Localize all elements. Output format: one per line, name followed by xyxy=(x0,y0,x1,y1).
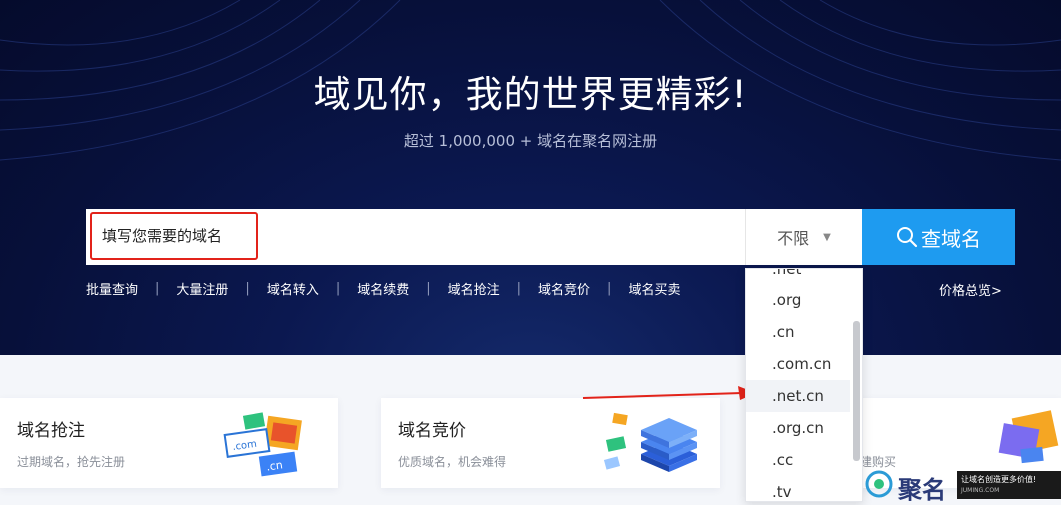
search-icon xyxy=(897,227,918,248)
card-auction[interactable]: 域名竞价 优质域名，机会难得 xyxy=(381,398,720,488)
quick-link-backorder[interactable]: 域名抢注 xyxy=(448,279,500,298)
hero-banner: 域见你，我的世界更精彩! 超过 1,000,000 + 域名在聚名网注册 不限 … xyxy=(0,0,1061,355)
search-button-label: 查域名 xyxy=(921,226,981,251)
quick-link-trade[interactable]: 域名买卖 xyxy=(628,279,680,298)
watermark-slogan: 让域名创造更多价值! JUMING.COM xyxy=(957,471,1061,499)
domain-search-input[interactable] xyxy=(90,212,258,260)
dropdown-option-org[interactable]: .org xyxy=(746,284,850,316)
quick-link-auction[interactable]: 域名竞价 xyxy=(538,279,590,298)
dropdown-option-org-cn[interactable]: .org.cn xyxy=(746,412,850,444)
domain-search-bar: 不限 ▼ 查域名 xyxy=(86,209,1015,265)
chevron-down-icon: ▼ xyxy=(823,231,831,243)
juming-watermark: 聚名 让域名创造更多价值! JUMING.COM xyxy=(862,466,1061,504)
svg-text:.cn: .cn xyxy=(265,458,283,473)
dropdown-option-com-cn[interactable]: .com.cn xyxy=(746,348,850,380)
suffix-select[interactable]: 不限 ▼ xyxy=(745,209,862,265)
quick-link-bulk-register[interactable]: 大量注册 xyxy=(176,279,228,298)
divider: | xyxy=(155,280,160,296)
suffix-dropdown-list: .net .org .cn .com.cn .net.cn .org.cn .c… xyxy=(745,268,863,502)
quick-link-renew[interactable]: 域名续费 xyxy=(357,279,409,298)
gift-illustration-icon xyxy=(998,410,1059,464)
watermark-domain: JUMING.COM xyxy=(961,487,1000,494)
card-title: 域名竞价 xyxy=(398,421,466,441)
dropdown-option-cn[interactable]: .cn xyxy=(746,316,850,348)
search-domain-button[interactable]: 查域名 xyxy=(862,209,1015,265)
watermark-slogan-text: 让域名创造更多价值! xyxy=(961,475,1037,484)
hero-subtitle: 超过 1,000,000 + 域名在聚名网注册 xyxy=(403,132,658,150)
domain-tags-illustration-icon: .com .cn xyxy=(223,412,302,477)
hero-title: 域见你，我的世界更精彩! xyxy=(313,73,748,116)
dropdown-option-net-cn[interactable]: .net.cn xyxy=(746,380,850,412)
quick-link-batch-query[interactable]: 批量查询 xyxy=(86,279,138,298)
dropdown-option-tv[interactable]: .tv xyxy=(746,476,850,501)
card-title: 域名抢注 xyxy=(17,421,85,441)
suffix-select-value: 不限 xyxy=(777,229,810,248)
dropdown-option-net[interactable]: .net xyxy=(746,269,850,285)
divider: | xyxy=(426,280,431,296)
card-description: 优质域名，机会难得 xyxy=(398,455,507,469)
card-description: 过期域名，抢先注册 xyxy=(17,455,126,469)
juming-logo-icon xyxy=(865,470,893,498)
divider: | xyxy=(516,280,522,296)
quick-link-transfer-in[interactable]: 域名转入 xyxy=(267,279,319,298)
scrollbar-thumb[interactable] xyxy=(853,321,860,461)
quick-links: 批量查询 | 大量注册 | 域名转入 | 域名续费 | 域名抢注 | 域名竞价 … xyxy=(86,279,680,298)
divider: | xyxy=(245,280,250,296)
divider: | xyxy=(335,280,341,296)
dropdown-scrollbar[interactable] xyxy=(852,269,862,501)
background-lines xyxy=(0,0,1061,161)
divider: | xyxy=(607,280,612,296)
server-stack-illustration-icon xyxy=(603,412,697,472)
card-backorder[interactable]: 域名抢注 过期域名，抢先注册 .com .cn xyxy=(0,398,338,488)
price-overview-link[interactable]: 价格总览> xyxy=(939,280,1002,299)
dropdown-option-cc[interactable]: .cc xyxy=(746,444,850,476)
